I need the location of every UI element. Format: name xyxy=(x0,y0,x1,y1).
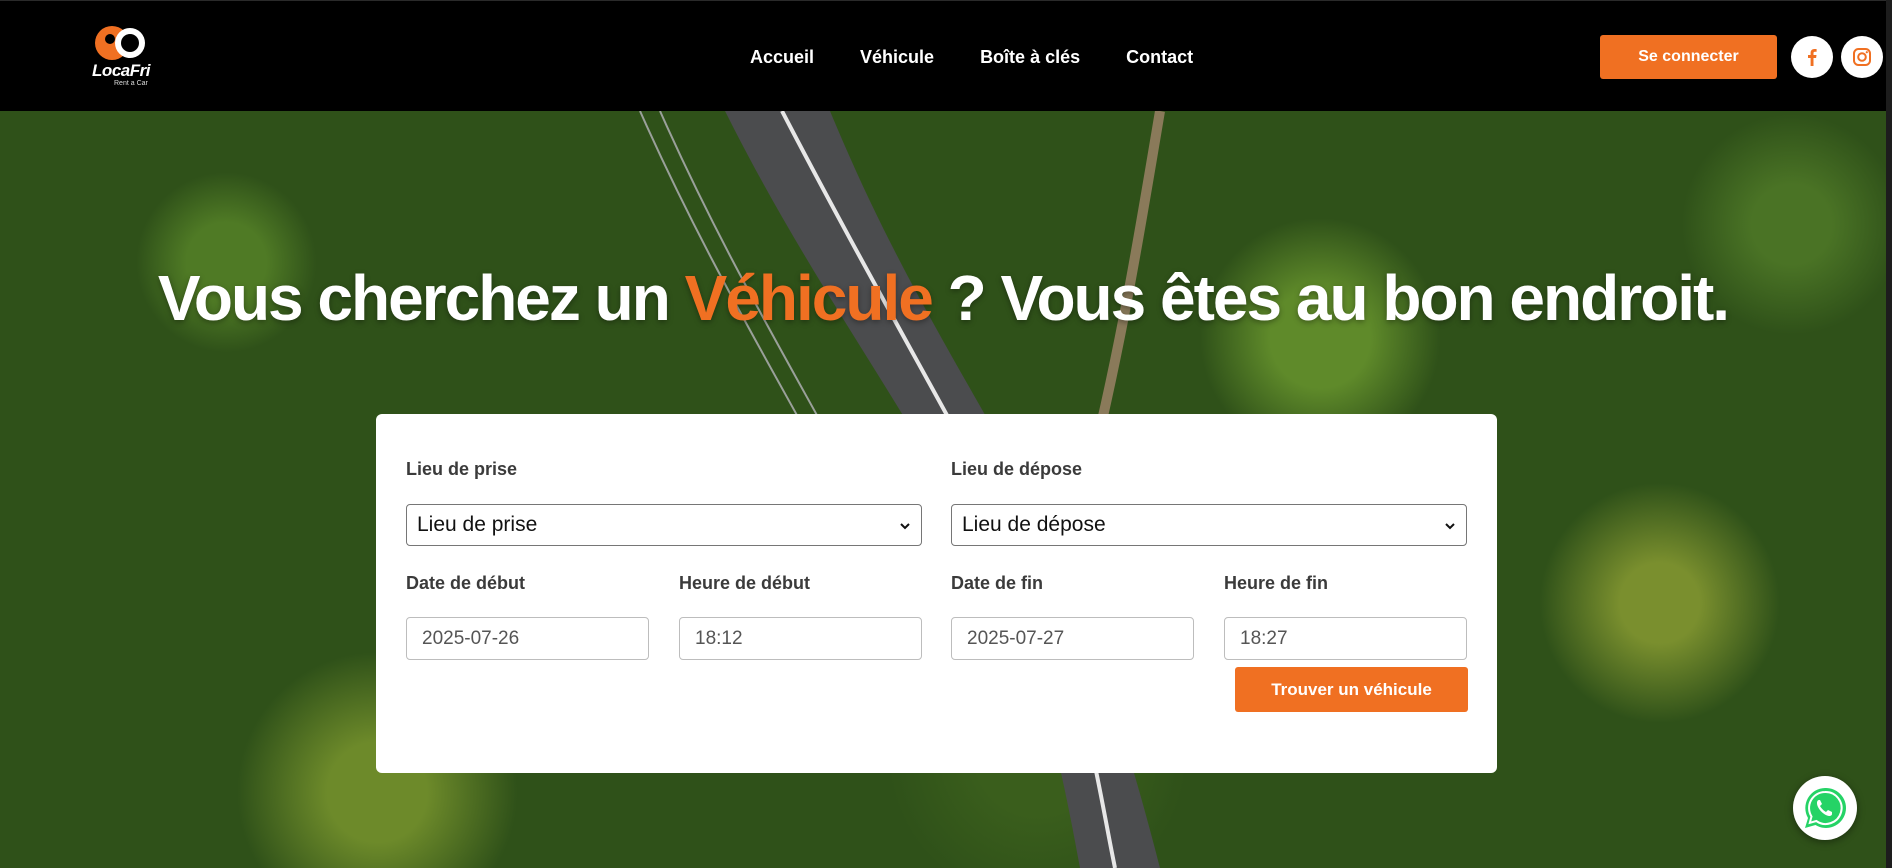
end-date-label: Date de fin xyxy=(951,573,1044,593)
hero-title-accent: Véhicule xyxy=(684,262,934,334)
logo[interactable]: LocaFri Rent a Car xyxy=(84,23,158,89)
nav-contact[interactable]: Contact xyxy=(1126,47,1193,68)
logo-subtitle: Rent a Car xyxy=(114,80,148,87)
nav-accueil[interactable]: Accueil xyxy=(750,47,814,68)
hero-title-before: Vous cherchez un xyxy=(157,262,671,334)
start-time-input[interactable]: 18:12 xyxy=(679,617,922,660)
start-date-label: Date de début xyxy=(406,573,526,593)
pickup-select-value: Lieu de prise xyxy=(417,513,538,536)
main-nav: Accueil Véhicule Boîte à clés Contact xyxy=(750,47,1193,68)
whatsapp-button[interactable] xyxy=(1793,776,1857,840)
whatsapp-icon xyxy=(1801,784,1849,832)
facebook-icon xyxy=(1808,49,1817,66)
end-time-label: Heure de fin xyxy=(1224,573,1329,593)
instagram-link[interactable] xyxy=(1841,36,1883,78)
instagram-icon xyxy=(1853,48,1871,66)
facebook-link[interactable] xyxy=(1791,36,1833,78)
nav-boite-a-cles[interactable]: Boîte à clés xyxy=(980,47,1080,68)
hero-title-after: ? Vous êtes au bon endroit. xyxy=(947,262,1730,334)
dropoff-label: Lieu de dépose xyxy=(951,459,1083,479)
start-date-input[interactable]: 2025-07-26 xyxy=(406,617,649,660)
find-vehicle-button[interactable]: Trouver un véhicule xyxy=(1235,667,1468,712)
chevron-down-icon xyxy=(900,523,910,530)
login-button[interactable]: Se connecter xyxy=(1600,35,1777,79)
pickup-label: Lieu de prise xyxy=(406,459,518,479)
start-time-label: Heure de début xyxy=(679,573,811,593)
logo-text: LocaFri xyxy=(92,61,150,80)
pickup-select[interactable]: Lieu de prise xyxy=(406,504,922,546)
end-time-input[interactable]: 18:27 xyxy=(1224,617,1467,660)
hero-title: Vous cherchez un Véhicule ? Vous êtes au… xyxy=(0,261,1886,335)
site-header: LocaFri Rent a Car Accueil Véhicule Boît… xyxy=(0,0,1892,111)
search-form: Lieu de prise Lieu de prise Lieu de dépo… xyxy=(376,414,1497,773)
nav-vehicule[interactable]: Véhicule xyxy=(860,47,934,68)
scrollbar[interactable] xyxy=(1886,0,1892,868)
chevron-down-icon xyxy=(1445,523,1455,530)
end-date-input[interactable]: 2025-07-27 xyxy=(951,617,1194,660)
logo-icon xyxy=(95,26,145,60)
dropoff-select[interactable]: Lieu de dépose xyxy=(951,504,1467,546)
dropoff-select-value: Lieu de dépose xyxy=(962,513,1106,536)
hero-section: Vous cherchez un Véhicule ? Vous êtes au… xyxy=(0,111,1886,868)
